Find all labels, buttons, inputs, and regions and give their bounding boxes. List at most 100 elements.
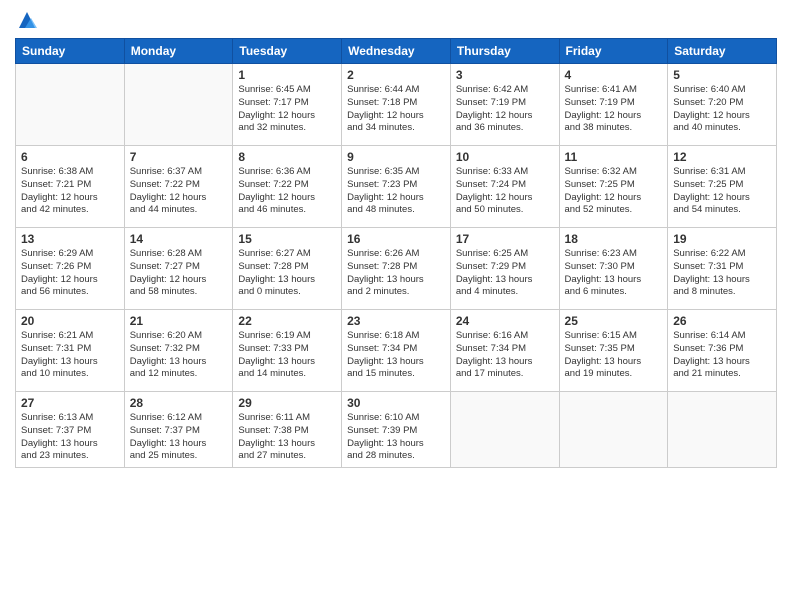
day-info-15: Sunrise: 6:27 AM Sunset: 7:28 PM Dayligh… (238, 248, 336, 299)
day-number-24: 24 (456, 314, 554, 328)
day-number-8: 8 (238, 150, 336, 164)
weekday-header-saturday: Saturday (668, 39, 777, 64)
day-info-18: Sunrise: 6:23 AM Sunset: 7:30 PM Dayligh… (565, 248, 663, 299)
day-info-19: Sunrise: 6:22 AM Sunset: 7:31 PM Dayligh… (673, 248, 771, 299)
day-info-10: Sunrise: 6:33 AM Sunset: 7:24 PM Dayligh… (456, 166, 554, 217)
calendar-row-4: 27 Sunrise: 6:13 AM Sunset: 7:37 PM Dayli… (16, 392, 777, 468)
day-number-14: 14 (130, 232, 228, 246)
calendar-cell-2: 1 Sunrise: 6:45 AM Sunset: 7:17 PM Daylig… (233, 64, 342, 146)
day-info-9: Sunrise: 6:35 AM Sunset: 7:23 PM Dayligh… (347, 166, 445, 217)
day-info-30: Sunrise: 6:10 AM Sunset: 7:39 PM Dayligh… (347, 412, 445, 463)
calendar-cell-17: 16 Sunrise: 6:26 AM Sunset: 7:28 PM Dayli… (342, 228, 451, 310)
day-info-27: Sunrise: 6:13 AM Sunset: 7:37 PM Dayligh… (21, 412, 119, 463)
day-info-25: Sunrise: 6:15 AM Sunset: 7:35 PM Dayligh… (565, 330, 663, 381)
day-info-20: Sunrise: 6:21 AM Sunset: 7:31 PM Dayligh… (21, 330, 119, 381)
calendar-cell-1 (124, 64, 233, 146)
weekday-header-monday: Monday (124, 39, 233, 64)
day-info-11: Sunrise: 6:32 AM Sunset: 7:25 PM Dayligh… (565, 166, 663, 217)
calendar-row-1: 6Sunrise: 6:38 AM Sunset: 7:21 PM Daylig… (16, 146, 777, 228)
calendar-cell-19: 18 Sunrise: 6:23 AM Sunset: 7:30 PM Dayli… (559, 228, 668, 310)
calendar-cell-9: 8Sunrise: 6:36 AM Sunset: 7:22 PM Daylig… (233, 146, 342, 228)
weekday-header-tuesday: Tuesday (233, 39, 342, 64)
calendar-cell-15: 14 Sunrise: 6:28 AM Sunset: 7:27 PM Dayli… (124, 228, 233, 310)
day-number-13: 13 (21, 232, 119, 246)
day-number-21: 21 (130, 314, 228, 328)
day-number-5: 5 (673, 68, 771, 82)
day-number-9: 9 (347, 150, 445, 164)
calendar-cell-0 (16, 64, 125, 146)
calendar-cell-20: 19 Sunrise: 6:22 AM Sunset: 7:31 PM Dayli… (668, 228, 777, 310)
calendar-cell-13: 12 Sunrise: 6:31 AM Sunset: 7:25 PM Dayli… (668, 146, 777, 228)
calendar-cell-12: 11 Sunrise: 6:32 AM Sunset: 7:25 PM Dayli… (559, 146, 668, 228)
day-number-12: 12 (673, 150, 771, 164)
day-number-26: 26 (673, 314, 771, 328)
day-number-1: 1 (238, 68, 336, 82)
day-number-3: 3 (456, 68, 554, 82)
calendar-cell-30: 29 Sunrise: 6:11 AM Sunset: 7:38 PM Dayli… (233, 392, 342, 468)
calendar-cell-29: 28Sunrise: 6:12 AM Sunset: 7:37 PM Dayli… (124, 392, 233, 468)
calendar-cell-18: 17 Sunrise: 6:25 AM Sunset: 7:29 PM Dayli… (450, 228, 559, 310)
calendar-cell-26: 25 Sunrise: 6:15 AM Sunset: 7:35 PM Dayli… (559, 310, 668, 392)
calendar-row-2: 13Sunrise: 6:29 AM Sunset: 7:26 PM Dayli… (16, 228, 777, 310)
day-number-18: 18 (565, 232, 663, 246)
day-number-23: 23 (347, 314, 445, 328)
calendar-row-0: 1 Sunrise: 6:45 AM Sunset: 7:17 PM Daylig… (16, 64, 777, 146)
day-info-16: Sunrise: 6:26 AM Sunset: 7:28 PM Dayligh… (347, 248, 445, 299)
day-info-12: Sunrise: 6:31 AM Sunset: 7:25 PM Dayligh… (673, 166, 771, 217)
calendar-cell-31: 30 Sunrise: 6:10 AM Sunset: 7:39 PM Dayli… (342, 392, 451, 468)
day-info-1: Sunrise: 6:45 AM Sunset: 7:17 PM Dayligh… (238, 84, 336, 135)
day-number-27: 27 (21, 396, 119, 410)
calendar-cell-32 (450, 392, 559, 468)
calendar-cell-11: 10 Sunrise: 6:33 AM Sunset: 7:24 PM Dayli… (450, 146, 559, 228)
calendar-cell-21: 20 Sunrise: 6:21 AM Sunset: 7:31 PM Dayli… (16, 310, 125, 392)
day-info-21: Sunrise: 6:20 AM Sunset: 7:32 PM Dayligh… (130, 330, 228, 381)
weekday-header-wednesday: Wednesday (342, 39, 451, 64)
calendar-cell-23: 22Sunrise: 6:19 AM Sunset: 7:33 PM Dayli… (233, 310, 342, 392)
day-info-4: Sunrise: 6:41 AM Sunset: 7:19 PM Dayligh… (565, 84, 663, 135)
day-number-17: 17 (456, 232, 554, 246)
calendar-cell-6: 5 Sunrise: 6:40 AM Sunset: 7:20 PM Daylig… (668, 64, 777, 146)
calendar-cell-28: 27 Sunrise: 6:13 AM Sunset: 7:37 PM Dayli… (16, 392, 125, 468)
day-info-7: Sunrise: 6:37 AM Sunset: 7:22 PM Dayligh… (130, 166, 228, 217)
logo-icon (17, 10, 37, 30)
day-info-17: Sunrise: 6:25 AM Sunset: 7:29 PM Dayligh… (456, 248, 554, 299)
day-info-14: Sunrise: 6:28 AM Sunset: 7:27 PM Dayligh… (130, 248, 228, 299)
day-info-5: Sunrise: 6:40 AM Sunset: 7:20 PM Dayligh… (673, 84, 771, 135)
day-info-29: Sunrise: 6:11 AM Sunset: 7:38 PM Dayligh… (238, 412, 336, 463)
day-number-16: 16 (347, 232, 445, 246)
calendar-row-3: 20 Sunrise: 6:21 AM Sunset: 7:31 PM Dayli… (16, 310, 777, 392)
logo (15, 10, 37, 30)
day-number-4: 4 (565, 68, 663, 82)
day-number-28: 28 (130, 396, 228, 410)
day-number-30: 30 (347, 396, 445, 410)
day-info-23: Sunrise: 6:18 AM Sunset: 7:34 PM Dayligh… (347, 330, 445, 381)
calendar-cell-8: 7 Sunrise: 6:37 AM Sunset: 7:22 PM Daylig… (124, 146, 233, 228)
weekday-header-thursday: Thursday (450, 39, 559, 64)
day-number-20: 20 (21, 314, 119, 328)
calendar-cell-34 (668, 392, 777, 468)
calendar-cell-24: 23 Sunrise: 6:18 AM Sunset: 7:34 PM Dayli… (342, 310, 451, 392)
day-info-6: Sunrise: 6:38 AM Sunset: 7:21 PM Dayligh… (21, 166, 119, 217)
day-info-26: Sunrise: 6:14 AM Sunset: 7:36 PM Dayligh… (673, 330, 771, 381)
weekday-header-row: SundayMondayTuesdayWednesdayThursdayFrid… (16, 39, 777, 64)
calendar-cell-27: 26 Sunrise: 6:14 AM Sunset: 7:36 PM Dayli… (668, 310, 777, 392)
weekday-header-sunday: Sunday (16, 39, 125, 64)
calendar-cell-7: 6Sunrise: 6:38 AM Sunset: 7:21 PM Daylig… (16, 146, 125, 228)
calendar-cell-4: 3Sunrise: 6:42 AM Sunset: 7:19 PM Daylig… (450, 64, 559, 146)
calendar-cell-14: 13Sunrise: 6:29 AM Sunset: 7:26 PM Dayli… (16, 228, 125, 310)
calendar-cell-5: 4 Sunrise: 6:41 AM Sunset: 7:19 PM Daylig… (559, 64, 668, 146)
day-number-25: 25 (565, 314, 663, 328)
calendar-table: SundayMondayTuesdayWednesdayThursdayFrid… (15, 38, 777, 468)
day-number-11: 11 (565, 150, 663, 164)
calendar-cell-10: 9 Sunrise: 6:35 AM Sunset: 7:23 PM Daylig… (342, 146, 451, 228)
day-number-10: 10 (456, 150, 554, 164)
day-info-22: Sunrise: 6:19 AM Sunset: 7:33 PM Dayligh… (238, 330, 336, 381)
day-info-2: Sunrise: 6:44 AM Sunset: 7:18 PM Dayligh… (347, 84, 445, 135)
day-number-7: 7 (130, 150, 228, 164)
calendar-cell-33 (559, 392, 668, 468)
day-info-24: Sunrise: 6:16 AM Sunset: 7:34 PM Dayligh… (456, 330, 554, 381)
weekday-header-friday: Friday (559, 39, 668, 64)
day-number-19: 19 (673, 232, 771, 246)
day-number-29: 29 (238, 396, 336, 410)
calendar-cell-16: 15Sunrise: 6:27 AM Sunset: 7:28 PM Dayli… (233, 228, 342, 310)
